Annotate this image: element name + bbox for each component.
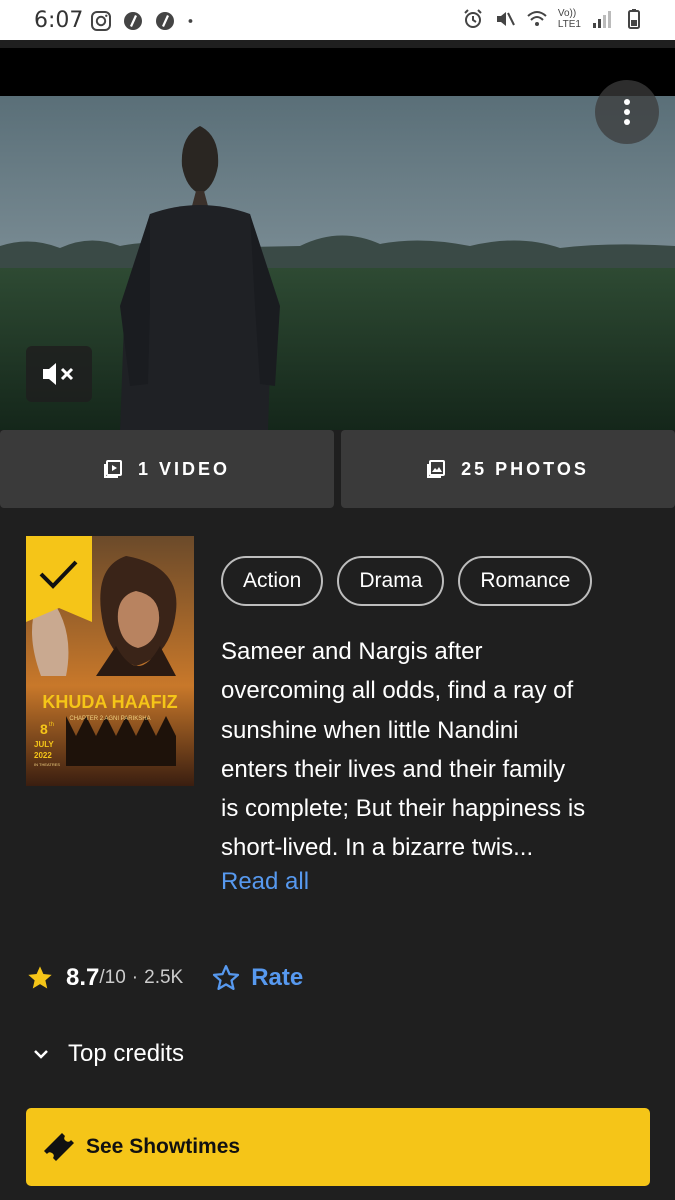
poster-release-note: IN THEATRES: [34, 762, 60, 767]
battery-icon: [628, 9, 640, 29]
trailer-video[interactable]: [0, 48, 675, 430]
genre-chip-drama[interactable]: Drama: [337, 556, 445, 606]
genre-chip-action[interactable]: Action: [221, 556, 324, 606]
alarm-icon: [464, 9, 482, 28]
plot-summary[interactable]: Sameer and Nargis after overcoming all o…: [221, 632, 661, 868]
video-top-bar: [0, 40, 675, 48]
volte-label: Vo)): [557, 8, 577, 19]
signal-icon: [593, 11, 611, 28]
rating-value: 8.7: [66, 964, 100, 991]
volte-icon: Vo)) LTE1: [558, 8, 581, 30]
genre-list: Action Drama Romance: [221, 556, 593, 606]
chevron-down-icon: [34, 1050, 48, 1059]
poster-release-month: JULY: [34, 740, 54, 749]
movie-poster[interactable]: KHUDA HAAFIZ CHAPTER 2 AGNI PARIKSHA 8 t…: [26, 536, 194, 786]
wifi-icon: [527, 11, 547, 26]
mute-icon: [496, 12, 515, 26]
video-gallery-icon: [103, 460, 122, 478]
photos-button[interactable]: 25 PHOTOS: [341, 430, 675, 508]
plot-line: is complete; But their happiness is: [221, 795, 586, 823]
plot-line: short-lived. In a bizarre twis...: [221, 834, 534, 862]
more-options-button[interactable]: [595, 80, 659, 144]
videos-button[interactable]: 1 VIDEO: [0, 430, 334, 508]
lte-label: LTE1: [557, 19, 581, 30]
volume-off-icon: [43, 363, 74, 385]
poster-release-suffix: th: [49, 722, 54, 728]
plot-line: enters their lives and their family: [221, 755, 566, 783]
watchlist-ribbon[interactable]: [26, 536, 92, 622]
top-credits-toggle[interactable]: Top credits: [30, 1040, 184, 1068]
rating-count: 2.5K: [144, 967, 184, 988]
see-showtimes-button[interactable]: See Showtimes: [26, 1108, 650, 1186]
more-vertical-icon: [624, 99, 630, 125]
top-credits-label: Top credits: [68, 1040, 185, 1067]
status-bar: 6:07 Vo)) LTE1: [0, 0, 675, 40]
poster-release-year: 2022: [34, 751, 52, 760]
star-outline-icon: [213, 965, 240, 990]
photo-gallery-icon: [427, 460, 446, 478]
dot-icon: [188, 19, 193, 23]
plot-line: Sameer and Nargis after: [221, 638, 483, 665]
read-all-link[interactable]: Read all: [221, 868, 309, 896]
poster-subtitle: CHAPTER 2 AGNI PARIKSHA: [69, 716, 150, 722]
instagram-icon: [91, 11, 111, 31]
photos-label: 25 PHOTOS: [461, 458, 589, 479]
videos-label: 1 VIDEO: [137, 458, 231, 479]
genre-chip-romance[interactable]: Romance: [458, 556, 593, 606]
app-icon: [124, 12, 142, 30]
rate-button[interactable]: Rate: [211, 963, 303, 993]
ticket-icon: [44, 1133, 74, 1161]
rating-row: 8.7 /10 · 2.5K Rate: [26, 958, 303, 998]
see-showtimes-label: See Showtimes: [86, 1135, 241, 1158]
rate-label: Rate: [251, 964, 304, 991]
poster-title: KHUDA HAAFIZ: [42, 692, 177, 712]
mute-button[interactable]: [26, 346, 92, 402]
rating-scale: /10: [99, 967, 126, 988]
poster-release-day: 8: [40, 721, 48, 737]
media-buttons: 1 VIDEO 25 PHOTOS: [0, 430, 675, 510]
status-time: 6:07: [34, 8, 84, 33]
star-icon: [28, 966, 52, 989]
plot-line: overcoming all odds, find a ray of: [221, 677, 574, 705]
app-icon: [156, 12, 174, 30]
rating-separator: ·: [131, 967, 139, 988]
plot-line: sunshine when little Nandini: [221, 716, 519, 744]
video-frame: [0, 96, 675, 430]
